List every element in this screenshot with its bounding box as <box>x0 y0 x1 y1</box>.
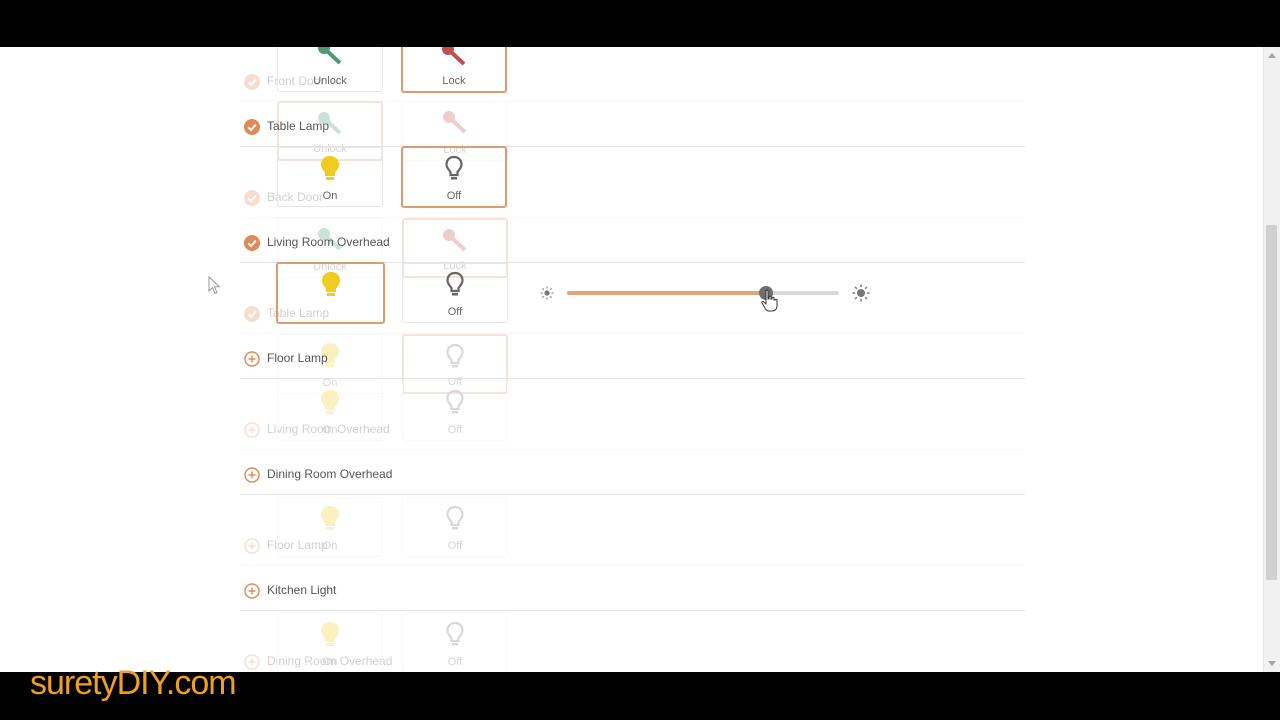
sun-large-icon <box>852 284 870 302</box>
lightbulb-outline-icon <box>445 155 463 180</box>
on-tile[interactable]: On <box>277 147 383 207</box>
device-row-table-lamp[interactable]: Table Lamp <box>240 110 1025 147</box>
device-name: Floor Lamp <box>267 351 328 365</box>
plus-circle-icon <box>244 583 260 599</box>
device-name: Dining Room Overhead <box>267 467 393 481</box>
device-row-dining-room-overhead[interactable]: Dining Room Overhead <box>240 458 1025 495</box>
device-row-kitchen-light[interactable]: Kitchen Light <box>240 574 1025 611</box>
lightbulb-icon <box>321 272 340 296</box>
sun-small-icon <box>540 286 554 300</box>
hand-pointer-icon <box>761 289 778 312</box>
device-list: Table Lamp Living Room Overhead Floor La… <box>0 47 1264 672</box>
lightbulb-icon <box>321 156 339 180</box>
device-name: Kitchen Light <box>267 583 337 597</box>
on-tile[interactable] <box>276 262 385 324</box>
plus-circle-icon <box>244 351 260 367</box>
key-icon <box>318 47 342 65</box>
check-circle-icon <box>244 235 260 251</box>
dimmer-slider[interactable] <box>540 281 870 305</box>
device-row-living-room-overhead[interactable]: Living Room Overhead <box>240 226 1025 263</box>
lock-tile[interactable]: Lock <box>401 47 507 93</box>
unlock-tile[interactable]: Unlock <box>277 47 383 92</box>
scroll-up-icon[interactable] <box>1268 53 1276 58</box>
device-row-floor-lamp[interactable]: Floor Lamp <box>240 342 1025 379</box>
plus-circle-icon <box>244 467 260 483</box>
scroll-thumb[interactable] <box>1266 225 1277 580</box>
brand-watermark: suretyDIY.com <box>30 664 237 702</box>
slider-track[interactable] <box>567 286 839 300</box>
viewport: Front Door Back Door Table Lamp Living R… <box>0 47 1280 672</box>
device-name: Table Lamp <box>267 119 330 133</box>
vertical-scrollbar[interactable] <box>1263 47 1280 672</box>
mouse-arrow-icon <box>208 276 221 295</box>
lightbulb-outline-icon <box>446 271 464 296</box>
off-tile[interactable]: Off <box>402 263 508 323</box>
key-icon <box>442 47 466 66</box>
check-circle-icon <box>244 119 260 135</box>
device-name: Living Room Overhead <box>267 235 390 249</box>
slider-fill <box>567 291 766 295</box>
off-tile[interactable]: Off <box>401 146 507 208</box>
scroll-down-icon[interactable] <box>1268 661 1276 666</box>
